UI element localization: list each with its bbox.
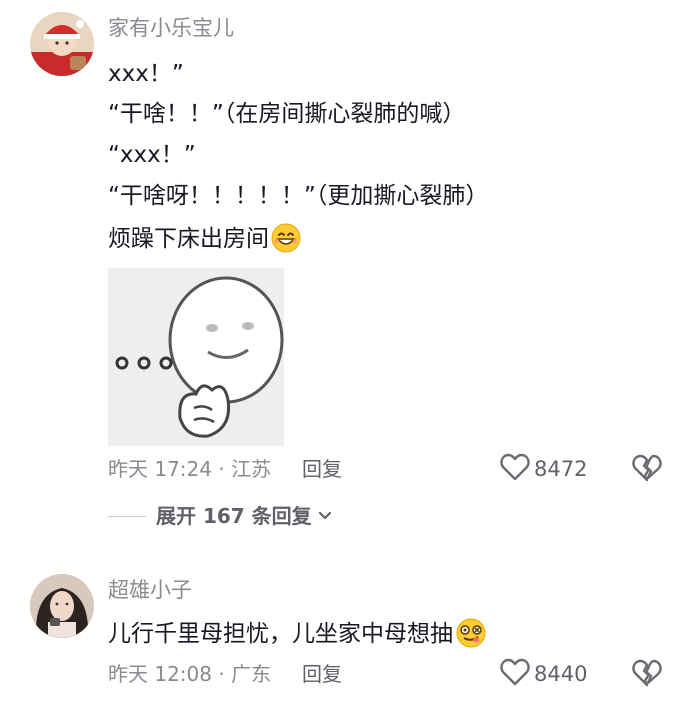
chevron-down-icon (318, 511, 332, 521)
comment-text-line: “xxx！” (108, 142, 196, 168)
like-count: 8472 (534, 457, 588, 481)
comment-text: 烦躁下床出房间 (108, 226, 269, 252)
sticker-image[interactable] (108, 268, 284, 446)
like-button[interactable]: 8472 (500, 453, 587, 485)
avatar[interactable] (30, 574, 94, 638)
divider (108, 515, 146, 517)
heart-outline-icon (500, 658, 530, 690)
comment-list: 家有小乐宝儿 xxx！” “干啥！！”（在房间撕心裂肺的喊） “xxx！” “干… (0, 0, 690, 706)
comment-text-line: “干啥呀！！！！！”（更加撕心裂肺） (108, 183, 489, 209)
comment-time-location: 昨天 12:08 · 广东 (108, 662, 272, 686)
expand-replies-label: 展开 167 条回复 (156, 504, 312, 528)
username[interactable]: 家有小乐宝儿 (108, 14, 234, 42)
comment-text-line-with-emoji: 烦躁下床出房间 (108, 223, 301, 262)
reply-button[interactable]: 回复 (302, 660, 342, 688)
broken-heart-icon[interactable] (632, 454, 662, 484)
like-button[interactable]: 8440 (500, 658, 587, 690)
comment-text-line: xxx！” (108, 61, 184, 87)
username[interactable]: 超雄小子 (108, 576, 192, 604)
like-count: 8440 (534, 662, 588, 686)
dizzy-face-emoji (455, 618, 487, 657)
broken-heart-icon[interactable] (632, 659, 662, 689)
comment-text: 儿行千里母担忧，儿坐家中母想抽 (108, 621, 453, 647)
reply-button[interactable]: 回复 (302, 455, 342, 483)
heart-outline-icon (500, 453, 530, 485)
expand-replies-button[interactable]: 展开 167 条回复 (108, 501, 332, 531)
comment-text-line: “干啥！！”（在房间撕心裂肺的喊） (108, 101, 466, 127)
grinning-smile-emoji (271, 223, 301, 262)
comment-text-line-with-emoji: 儿行千里母担忧，儿坐家中母想抽 (108, 618, 487, 657)
avatar[interactable] (30, 12, 94, 76)
comment-time-location: 昨天 17:24 · 江苏 (108, 457, 272, 481)
